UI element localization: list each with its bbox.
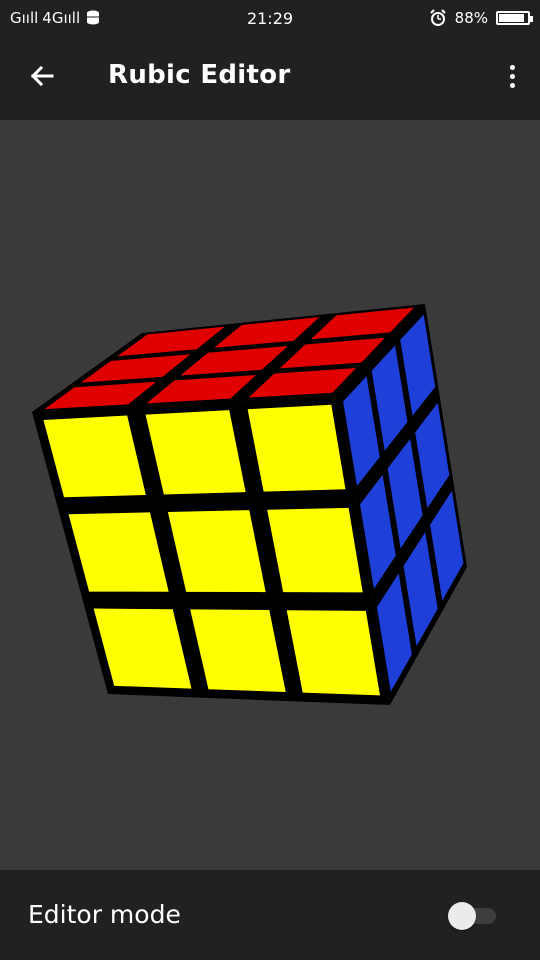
more-vert-dot [509,83,515,88]
battery-percent: 88% [454,9,488,27]
front-sticker[interactable] [247,404,346,492]
back-button[interactable] [26,60,62,96]
editor-mode-label: Editor mode [28,900,181,929]
battery-icon [496,11,533,25]
rubiks-cube[interactable] [0,120,540,870]
editor-bar: Editor mode [0,870,540,960]
front-sticker[interactable] [267,507,363,593]
battery-level [499,14,524,22]
more-vert-dot [509,74,515,79]
cube-stage[interactable] [0,120,540,870]
status-bar: Gııll 4Gııll 21:29 88% [0,0,540,38]
arrow-left-icon [30,65,54,87]
editor-mode-toggle[interactable] [448,902,500,930]
toggle-knob [448,902,476,930]
app-bar: Rubic Editor [0,38,540,120]
page-title: Rubic Editor [108,60,291,90]
status-right: 88% [429,9,533,27]
alarm-icon [429,9,446,26]
more-vert-icon [509,65,515,70]
overflow-menu-button[interactable] [504,62,520,94]
